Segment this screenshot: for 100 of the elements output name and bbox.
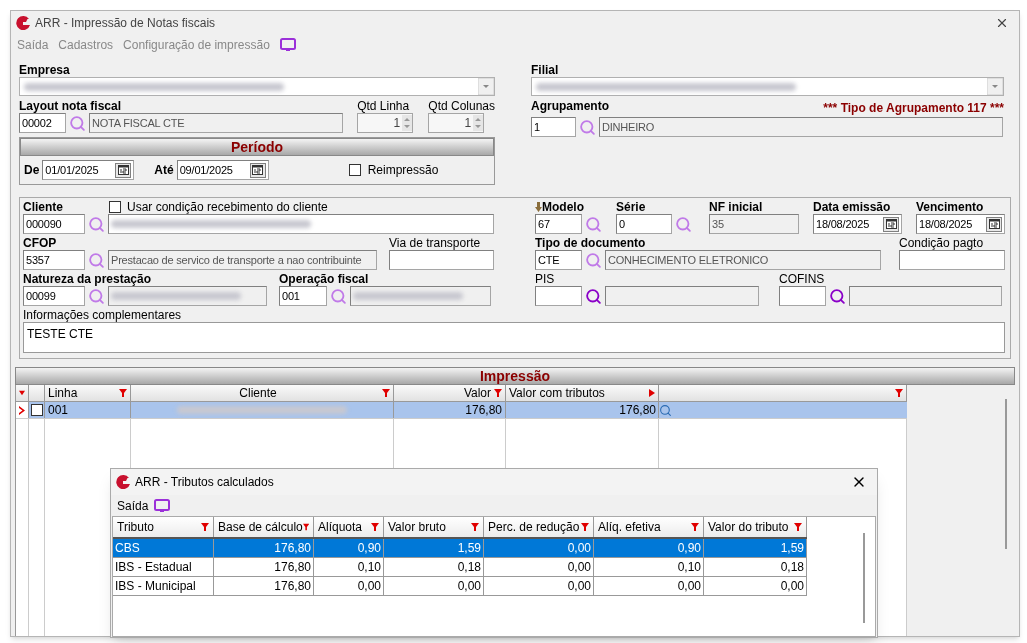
section-header: Impressão — [15, 367, 1015, 385]
table-cell-text: 0,00 — [567, 559, 591, 576]
description-field[interactable] — [849, 286, 1002, 306]
calendar-button[interactable] — [115, 162, 132, 178]
search-icon[interactable] — [675, 215, 692, 233]
date-field[interactable]: 18/08/2025 — [813, 214, 902, 234]
filter-icon[interactable] — [581, 523, 589, 531]
column-header[interactable]: Alíq. efetiva — [594, 517, 704, 537]
description-field[interactable]: CONHECIMENTO ELETRONICO — [605, 250, 881, 270]
description-field[interactable] — [108, 286, 267, 306]
monitor-icon[interactable] — [279, 38, 296, 52]
filter-icon[interactable] — [895, 389, 903, 397]
code-field[interactable]: 1 — [531, 117, 576, 137]
scrollbar-thumb[interactable] — [1005, 399, 1007, 549]
table-row[interactable]: CBS 176,80 0,90 1,59 0,00 0,90 1,59 — [113, 539, 807, 558]
dropdown-arrow-icon[interactable] — [987, 78, 1003, 95]
description-field[interactable] — [605, 286, 759, 306]
filter-icon[interactable] — [371, 523, 379, 531]
table-cell-text: 176,80 — [465, 402, 502, 419]
table-row[interactable]: IBS - Estadual 176,80 0,10 0,18 0,00 0,10 0,18 — [113, 558, 807, 577]
filter-icon[interactable] — [119, 389, 127, 397]
spin-field[interactable]: 1 — [357, 113, 414, 133]
checkbox[interactable] — [30, 404, 43, 416]
column-title: Linha — [48, 385, 79, 402]
filter-icon[interactable] — [691, 523, 699, 531]
table-cell-text: 0,00 — [567, 540, 591, 557]
code-field[interactable]: 00099 — [23, 286, 85, 306]
code-field[interactable] — [535, 286, 582, 306]
calendar-button[interactable] — [986, 216, 1002, 232]
search-icon[interactable] — [585, 215, 602, 233]
dropdown-field[interactable] — [531, 77, 1004, 96]
column-title: Valor — [462, 385, 492, 402]
column-header[interactable]: Valor bruto — [384, 517, 484, 537]
checkbox[interactable] — [348, 164, 361, 176]
description-field[interactable] — [350, 286, 491, 306]
column-header[interactable]: Valor com tributos — [506, 385, 659, 401]
scrollbar-thumb[interactable] — [863, 533, 865, 623]
spin-arrows-icon[interactable] — [473, 115, 484, 131]
table-row[interactable]: IBS - Municipal 176,80 0,00 0,00 0,00 0,00 0,00 — [113, 577, 807, 596]
table-row[interactable]: 001 176,80 176,80 — [16, 402, 907, 419]
calendar-button[interactable] — [883, 216, 899, 232]
search-icon[interactable] — [829, 287, 846, 305]
filter-icon[interactable] — [201, 523, 209, 531]
column-header[interactable]: Linha — [45, 385, 131, 401]
search-icon[interactable] — [585, 251, 602, 269]
field-label: Layout nota fiscal — [19, 99, 123, 113]
filter-icon[interactable] — [382, 389, 390, 397]
dropdown-arrow-icon[interactable] — [478, 78, 494, 95]
menu-item[interactable]: Saída — [117, 496, 149, 515]
filter-icon[interactable] — [471, 523, 479, 531]
search-icon[interactable] — [88, 251, 105, 269]
checkbox[interactable] — [109, 201, 121, 213]
code-field[interactable]: 67 — [535, 214, 582, 234]
description-field[interactable] — [108, 214, 494, 234]
code-field[interactable]: 001 — [279, 286, 327, 306]
column-header[interactable]: Valor do tributo — [704, 517, 807, 537]
search-icon[interactable] — [69, 114, 86, 132]
filter-icon[interactable] — [302, 523, 309, 531]
field-label: NF inicial — [709, 200, 764, 214]
table-cell-text: 0,00 — [357, 578, 381, 595]
code-field[interactable] — [779, 286, 826, 306]
header-control[interactable] — [16, 385, 29, 401]
column-header[interactable]: Valor — [394, 385, 506, 401]
code-field[interactable]: 000090 — [23, 214, 85, 234]
zoom-icon[interactable] — [659, 403, 672, 417]
sort-arrow-icon[interactable] — [649, 389, 655, 397]
filter-icon[interactable] — [494, 389, 502, 397]
search-icon[interactable] — [579, 118, 596, 136]
column-header[interactable]: Alíquota — [314, 517, 384, 537]
sort-arrow-icon — [535, 202, 542, 212]
column-header[interactable]: Cliente — [131, 385, 394, 401]
calendar-button[interactable] — [249, 162, 266, 178]
dropdown-field[interactable] — [19, 77, 495, 96]
sort-arrow-icon[interactable] — [19, 390, 25, 396]
spin-arrows-icon[interactable] — [402, 115, 413, 131]
column-header[interactable]: Tributo — [113, 517, 214, 537]
text-field[interactable] — [899, 250, 1005, 270]
date-field[interactable]: 01/01/2025 — [42, 160, 135, 180]
date-field[interactable]: 09/01/2025 — [176, 160, 269, 180]
filter-icon[interactable] — [794, 523, 802, 531]
search-icon[interactable] — [88, 287, 105, 305]
column-header[interactable]: Perc. de redução — [484, 517, 594, 537]
code-field[interactable]: 00002 — [19, 113, 66, 133]
code-field[interactable]: 0 — [616, 214, 672, 234]
number-field[interactable]: 35 — [709, 214, 799, 234]
date-field[interactable]: 18/08/2025 — [916, 214, 1005, 234]
notes-field[interactable]: TESTE CTE — [23, 322, 1005, 353]
field-label: Empresa — [19, 63, 71, 77]
code-field[interactable]: 5357 — [23, 250, 85, 270]
spin-field[interactable]: 1 — [428, 113, 485, 133]
monitor-icon[interactable] — [154, 498, 171, 513]
description-field[interactable]: DINHEIRO — [599, 117, 1003, 137]
search-icon[interactable] — [585, 287, 602, 305]
code-field[interactable]: CTE — [535, 250, 582, 270]
search-icon[interactable] — [330, 287, 347, 305]
close-icon[interactable] — [995, 16, 1009, 30]
text-field[interactable] — [389, 250, 494, 270]
description-field[interactable]: NOTA FISCAL CTE — [89, 113, 343, 133]
column-header[interactable]: Base de cálculo — [214, 517, 314, 537]
description-field[interactable]: Prestacao de servico de transporte a nao contribuinte — [108, 250, 377, 270]
